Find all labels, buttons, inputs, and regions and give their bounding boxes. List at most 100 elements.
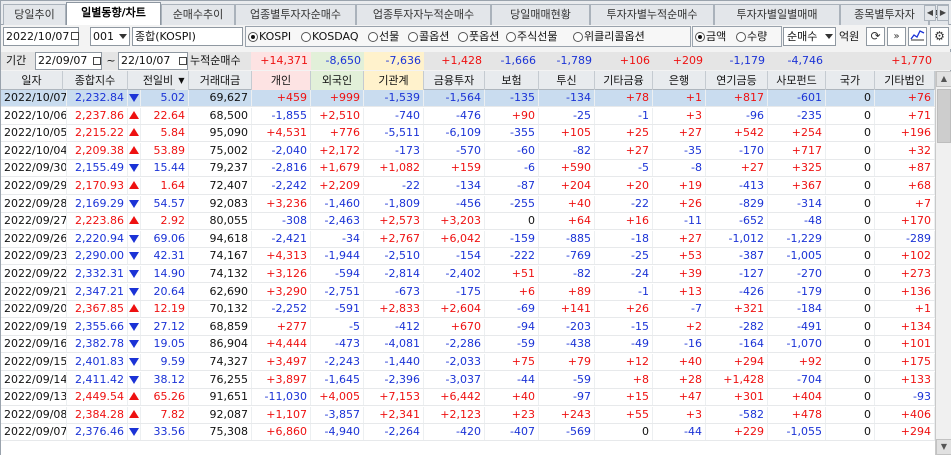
- column-header[interactable]: 종합지수: [63, 71, 128, 90]
- investor-value-cell: -6: [485, 160, 539, 177]
- column-header[interactable]: 일자: [1, 71, 63, 90]
- investor-value-cell: 0: [826, 142, 875, 159]
- investor-value-cell: -1,440: [364, 354, 424, 370]
- table-row[interactable]: 2022/09/07 2,376.46 33.56 75,308 +6,860 -4,94…: [1, 424, 935, 442]
- tab-5[interactable]: 업종투자자누적순매수: [356, 4, 491, 25]
- table-row[interactable]: 2022/09/23 2,290.00 42.31 74,167 +4,313 -1,94…: [1, 248, 935, 266]
- index-cell: 2,382.78: [63, 336, 128, 353]
- market-name-field: 종합(KOSPI): [132, 27, 243, 46]
- index-cell: 2,232.84: [63, 90, 128, 106]
- cumulative-label: 누적순매수: [190, 54, 241, 67]
- unit-radio-1[interactable]: 금액: [695, 27, 726, 46]
- vertical-scrollbar[interactable]: ▲ ▼: [935, 71, 951, 455]
- mode-select[interactable]: 순매수: [783, 27, 836, 46]
- column-header[interactable]: 개인: [252, 71, 311, 90]
- radio-icon: [248, 31, 258, 42]
- code-dropdown-button[interactable]: [118, 27, 130, 46]
- radio-icon: [573, 31, 583, 42]
- tab-6[interactable]: 당일매매현황: [491, 4, 590, 25]
- double-right-icon[interactable]: »: [887, 27, 906, 46]
- investor-value-cell: -8: [653, 160, 706, 177]
- market-radio-1[interactable]: KOSPI: [248, 27, 291, 46]
- tab-7[interactable]: 투자자별누적순매수: [590, 4, 714, 25]
- table-row[interactable]: 2022/10/06 2,237.86 22.64 68,500 -1,855 +2,51…: [1, 107, 935, 125]
- tab-8[interactable]: 투자자별일별매매: [714, 4, 840, 25]
- scroll-down-icon[interactable]: ▼: [936, 439, 951, 455]
- column-header[interactable]: 은행: [653, 71, 706, 90]
- market-radio-2[interactable]: KOSDAQ: [301, 27, 359, 46]
- column-header[interactable]: 국가: [826, 71, 875, 90]
- unit-radio-2[interactable]: 수량: [736, 27, 767, 46]
- investor-value-cell: -127: [706, 266, 768, 282]
- tab-9[interactable]: 종목별투자자: [840, 4, 929, 25]
- investor-value-cell: +68: [875, 178, 935, 194]
- tab-prev-icon[interactable]: ◀: [924, 5, 936, 21]
- column-header[interactable]: 기타금융: [595, 71, 653, 90]
- column-header[interactable]: 사모펀드: [768, 71, 826, 90]
- radio-icon: [301, 31, 311, 42]
- tab-next-icon[interactable]: ▶: [937, 5, 949, 21]
- table-row[interactable]: 2022/09/20 2,367.85 12.19 70,132 -2,252 -591 +…: [1, 301, 935, 319]
- table-row[interactable]: 2022/09/28 2,169.29 54.57 92,083 +3,236 -1,46…: [1, 195, 935, 213]
- table-row[interactable]: 2022/10/05 2,215.22 5.84 95,090 +4,531 +776 -5…: [1, 125, 935, 143]
- sort-down-icon[interactable]: ▼: [175, 71, 189, 90]
- table-row[interactable]: 2022/10/04 2,209.38 53.89 75,002 -2,040 +2,17…: [1, 142, 935, 160]
- tab-4[interactable]: 업종별투자자순매수: [235, 4, 356, 25]
- column-header[interactable]: 금융투자: [424, 71, 485, 90]
- investor-value-cell: +64: [539, 213, 595, 230]
- calendar-icon[interactable]: [71, 32, 79, 40]
- settings-icon[interactable]: ⚙: [930, 27, 949, 46]
- market-radio-6[interactable]: 주식선물: [506, 27, 557, 46]
- table-row[interactable]: 2022/09/22 2,332.31 14.90 74,132 +3,126 -594-…: [1, 266, 935, 283]
- column-header[interactable]: 보험: [485, 71, 539, 90]
- tab-3[interactable]: 순매수추이: [161, 4, 235, 25]
- calendar-icon[interactable]: [179, 57, 187, 65]
- investor-value-cell: -175: [424, 283, 485, 300]
- investor-value-cell: -24: [595, 266, 653, 282]
- volume-cell: 80,055: [189, 213, 252, 230]
- table-row[interactable]: 2022/09/27 2,223.86 2.92 80,055 -308 -2,463 +2…: [1, 213, 935, 231]
- tab-1[interactable]: 당일추이: [3, 4, 66, 25]
- scroll-thumb[interactable]: [937, 89, 951, 143]
- investor-value-cell: +27: [706, 160, 768, 177]
- table-row[interactable]: 2022/09/15 2,401.83 9.59 74,327 +3,497 -2,243…: [1, 354, 935, 371]
- date-input[interactable]: 2022/10/07: [3, 27, 79, 46]
- table-row[interactable]: 2022/09/29 2,170.93 1.64 72,407 -2,242 +2,209…: [1, 178, 935, 195]
- investor-value-cell: +2,172: [311, 142, 364, 159]
- table-row[interactable]: 2022/10/07 2,232.84 5.02 69,627 +459 +999 -1,5…: [1, 90, 935, 107]
- refresh-icon[interactable]: ⟳: [866, 27, 885, 46]
- period-end-input[interactable]: 22/10/07: [118, 52, 188, 70]
- column-header[interactable]: 투신: [539, 71, 595, 90]
- investor-value-cell: -255: [485, 195, 539, 212]
- table-row[interactable]: 2022/09/21 2,347.21 20.64 62,690 +3,290 -2,75…: [1, 283, 935, 301]
- change-cell: 33.56: [136, 424, 189, 441]
- table-row[interactable]: 2022/09/13 2,449.54 65.26 91,651 -11,030 +4,0…: [1, 389, 935, 407]
- calendar-icon[interactable]: [93, 57, 101, 65]
- index-cell: 2,401.83: [63, 354, 128, 370]
- table-row[interactable]: 2022/09/30 2,155.49 15.44 79,237 -2,816 +1,67…: [1, 160, 935, 178]
- market-radio-4[interactable]: 콜옵션: [408, 27, 449, 46]
- market-radio-7[interactable]: 위클리콜옵션: [573, 27, 645, 46]
- table-row[interactable]: 2022/09/08 2,384.28 7.82 92,087 +1,107 -3,857…: [1, 406, 935, 424]
- table-row[interactable]: 2022/09/19 2,355.66 27.12 68,859 +277 -5 -412 +…: [1, 318, 935, 336]
- column-header[interactable]: 거래대금: [189, 71, 252, 90]
- period-start-input[interactable]: 22/09/07: [35, 52, 102, 70]
- table-row[interactable]: 2022/09/16 2,382.78 19.05 86,904 +4,444 -473-…: [1, 336, 935, 354]
- scroll-up-icon[interactable]: ▲: [936, 71, 951, 87]
- column-header[interactable]: 외국인: [311, 71, 364, 90]
- investor-value-cell: +13: [653, 283, 706, 300]
- column-header[interactable]: 기타법인: [875, 71, 935, 90]
- investor-value-cell: -134: [424, 178, 485, 194]
- chart-icon[interactable]: [908, 27, 927, 46]
- table-row[interactable]: 2022/09/14 2,411.42 38.12 76,255 +3,897 -1,64…: [1, 371, 935, 389]
- investor-value-cell: +26: [595, 301, 653, 318]
- index-cell: 2,220.94: [63, 230, 128, 247]
- column-header[interactable]: 연기금등: [706, 71, 768, 90]
- table-row[interactable]: 2022/09/26 2,220.94 69.06 94,618 -2,421 -34 +2…: [1, 230, 935, 248]
- column-header[interactable]: 기관계: [364, 71, 424, 90]
- tab-2[interactable]: 일별동향/차트: [66, 2, 161, 26]
- investor-value-cell: +294: [875, 424, 935, 441]
- market-radio-5[interactable]: 풋옵션: [458, 27, 499, 46]
- market-radio-3[interactable]: 선물: [368, 27, 399, 46]
- investor-value-cell: +105: [539, 125, 595, 142]
